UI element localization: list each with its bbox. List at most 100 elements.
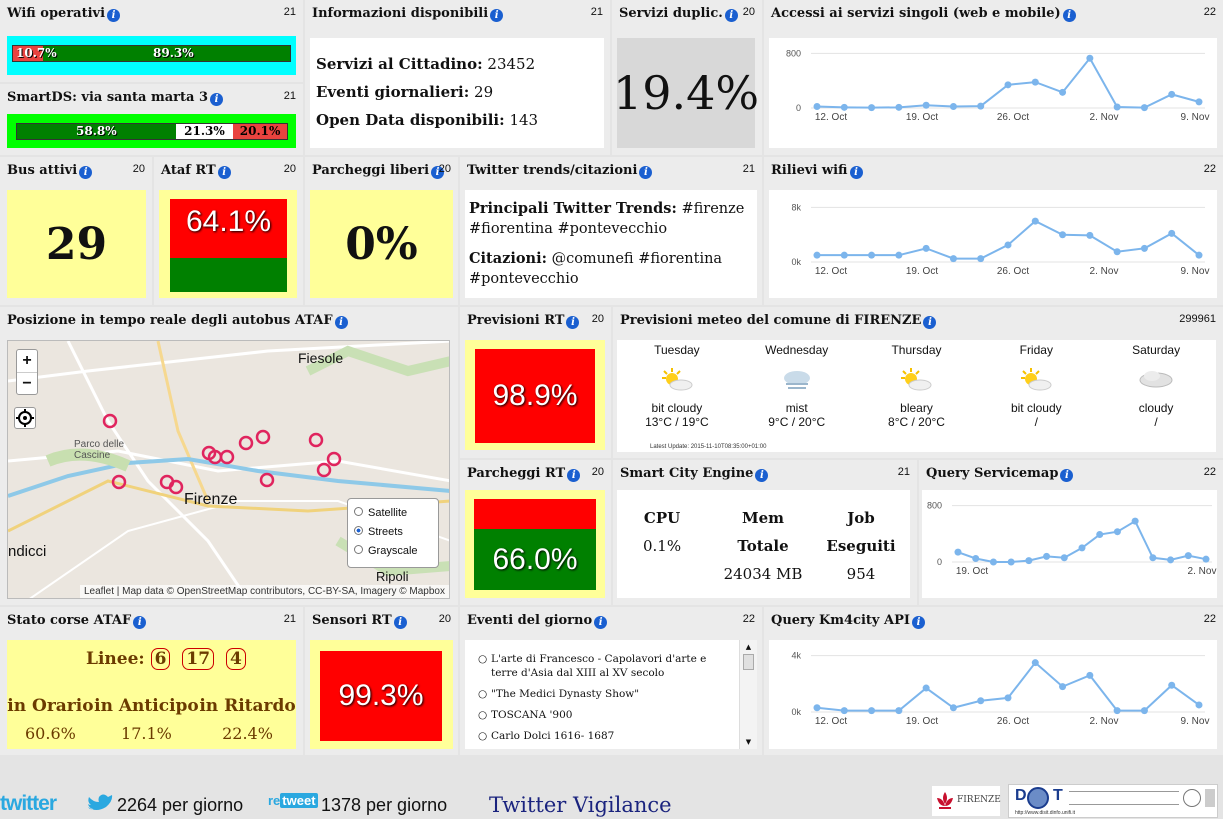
data-point[interactable] xyxy=(1086,671,1094,679)
data-point[interactable] xyxy=(1060,554,1068,562)
data-point[interactable] xyxy=(840,103,848,111)
data-point[interactable] xyxy=(1131,517,1139,525)
data-point[interactable] xyxy=(1184,552,1192,560)
zoom-out-button[interactable]: − xyxy=(17,373,37,395)
info-icon[interactable]: i xyxy=(107,9,121,22)
dup-value: 19.4% xyxy=(612,66,760,120)
data-point[interactable] xyxy=(922,244,930,252)
info-icon[interactable]: i xyxy=(1062,9,1076,22)
data-point[interactable] xyxy=(954,548,962,556)
data-point[interactable] xyxy=(868,707,876,715)
data-point[interactable] xyxy=(1113,248,1121,256)
info-icon[interactable]: i xyxy=(639,166,653,179)
info-icon[interactable]: i xyxy=(334,316,348,329)
data-point[interactable] xyxy=(813,704,821,712)
eventi-list-panel[interactable]: ○ L'arte di Francesco - Capolavori d'arte… xyxy=(465,640,757,749)
data-point[interactable] xyxy=(1140,104,1148,112)
data-point[interactable] xyxy=(977,697,985,705)
event-item[interactable]: ○ L'arte di Francesco - Capolavori d'arte… xyxy=(478,652,733,680)
data-point[interactable] xyxy=(813,103,821,110)
info-icon[interactable]: i xyxy=(490,9,504,22)
info-icon[interactable]: i xyxy=(923,316,937,329)
data-point[interactable] xyxy=(922,101,930,109)
data-point[interactable] xyxy=(977,255,985,263)
data-point[interactable] xyxy=(1167,556,1175,564)
data-point[interactable] xyxy=(813,251,821,259)
data-point[interactable] xyxy=(1004,694,1012,702)
info-icon[interactable]: i xyxy=(911,616,925,629)
layer-satellite[interactable]: Satellite xyxy=(354,504,432,523)
data-point[interactable] xyxy=(868,104,876,112)
data-point[interactable] xyxy=(1031,78,1039,86)
info-icon[interactable]: i xyxy=(724,9,738,22)
info-icon[interactable]: i xyxy=(1060,469,1074,482)
data-point[interactable] xyxy=(1113,528,1121,536)
data-point[interactable] xyxy=(1113,707,1121,715)
info-icon[interactable]: i xyxy=(594,616,608,629)
data-point[interactable] xyxy=(1059,231,1067,239)
data-point[interactable] xyxy=(1140,244,1148,252)
data-point[interactable] xyxy=(1195,701,1203,709)
info-icon[interactable]: i xyxy=(566,316,580,329)
data-point[interactable] xyxy=(1149,554,1157,562)
data-point[interactable] xyxy=(1140,707,1148,715)
data-point[interactable] xyxy=(868,251,876,259)
layer-switcher: Satellite Streets Grayscale xyxy=(347,498,439,568)
event-item[interactable]: ○ TOSCANA '900 xyxy=(478,708,733,722)
data-point[interactable] xyxy=(1086,54,1094,62)
data-point[interactable] xyxy=(1004,241,1012,249)
data-point[interactable] xyxy=(949,255,957,263)
scroll-down-icon[interactable]: ▼ xyxy=(740,735,757,749)
event-item[interactable]: ○ Carlo Dolci 1616- 1687 xyxy=(478,729,733,743)
info-icon[interactable]: i xyxy=(210,93,224,106)
info-icon[interactable]: i xyxy=(393,616,407,629)
info-icon[interactable]: i xyxy=(79,166,93,179)
scroll-up-icon[interactable]: ▲ xyxy=(740,640,757,654)
twitter-vigilance-link[interactable]: Twitter Vigilance xyxy=(489,793,672,817)
data-point[interactable] xyxy=(972,554,980,562)
info-icon[interactable]: i xyxy=(849,166,863,179)
layer-streets[interactable]: Streets xyxy=(354,523,432,542)
data-point[interactable] xyxy=(1195,251,1203,259)
info-icon[interactable]: i xyxy=(133,616,147,629)
info-icon[interactable]: i xyxy=(755,469,769,482)
data-point[interactable] xyxy=(949,704,957,712)
data-point[interactable] xyxy=(895,103,903,111)
data-point[interactable] xyxy=(1096,531,1104,539)
data-point[interactable] xyxy=(1168,90,1176,98)
data-point[interactable] xyxy=(895,251,903,259)
data-point[interactable] xyxy=(1031,217,1039,225)
data-point[interactable] xyxy=(949,103,957,110)
data-point[interactable] xyxy=(1078,544,1086,552)
event-item[interactable]: ○ "The Medici Dynasty Show" xyxy=(478,687,733,701)
data-point[interactable] xyxy=(922,684,930,692)
data-point[interactable] xyxy=(1195,98,1203,106)
data-point[interactable] xyxy=(1007,558,1015,566)
layer-grayscale[interactable]: Grayscale xyxy=(354,542,432,561)
data-point[interactable] xyxy=(1025,557,1033,565)
data-point[interactable] xyxy=(1113,103,1121,111)
data-point[interactable] xyxy=(1059,88,1067,96)
data-point[interactable] xyxy=(1004,81,1012,89)
eventi-scrollbar[interactable]: ▲ ▼ xyxy=(739,640,757,749)
data-point[interactable] xyxy=(1059,683,1067,691)
data-point[interactable] xyxy=(1086,231,1094,239)
data-point[interactable] xyxy=(989,558,997,566)
data-point[interactable] xyxy=(1168,229,1176,237)
data-point[interactable] xyxy=(840,707,848,715)
map-attribution[interactable]: Leaflet | Map data © OpenStreetMap contr… xyxy=(79,585,449,598)
zoom-in-button[interactable]: + xyxy=(17,350,37,373)
bus-map[interactable]: Fiesole Parco delle Cascine Firenze ndicc… xyxy=(7,340,450,599)
data-point[interactable] xyxy=(977,102,985,110)
data-point[interactable] xyxy=(1043,552,1051,560)
info-icon[interactable]: i xyxy=(567,469,581,482)
data-point[interactable] xyxy=(840,251,848,259)
ataf-green-bar xyxy=(170,258,287,292)
data-point[interactable] xyxy=(1202,555,1210,563)
data-point[interactable] xyxy=(1168,681,1176,689)
info-icon[interactable]: i xyxy=(217,166,231,179)
locate-button[interactable] xyxy=(14,407,36,429)
data-point[interactable] xyxy=(1031,659,1039,667)
scroll-thumb[interactable] xyxy=(743,654,754,670)
data-point[interactable] xyxy=(895,707,903,715)
